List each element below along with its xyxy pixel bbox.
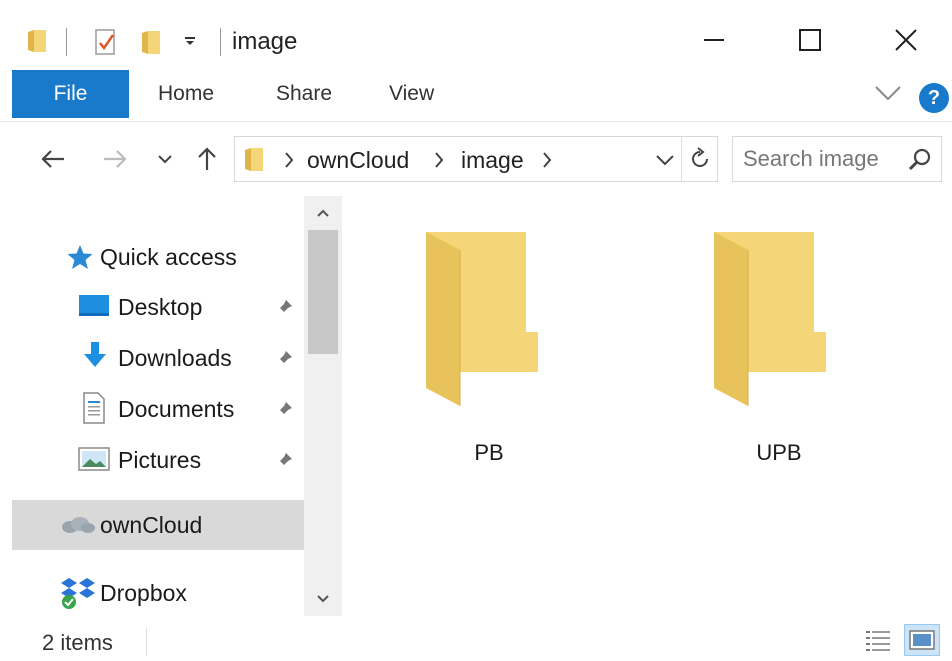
folder-icon [426, 232, 538, 406]
folder-name: UPB [756, 440, 802, 465]
maximize-button[interactable] [780, 18, 840, 62]
back-arrow-icon [41, 150, 64, 168]
file-list: PB UPB [344, 196, 952, 616]
file-explorer-window: image File Home Share View ? ownCloud im… [0, 0, 952, 661]
breadcrumb-owncloud[interactable]: ownCloud [307, 147, 409, 174]
status-separator [146, 628, 147, 656]
pictures-icon [78, 447, 110, 471]
nav-item-label: Dropbox [100, 580, 187, 606]
nav-item-documents[interactable]: Documents [12, 386, 304, 432]
item-count: 2 items [42, 630, 113, 655]
forward-arrow-icon [104, 150, 127, 168]
title-separator [66, 28, 67, 56]
details-view-button[interactable] [860, 624, 896, 656]
up-button[interactable] [194, 144, 220, 174]
folder-icon [245, 148, 263, 171]
scroll-thumb[interactable] [308, 230, 338, 354]
nav-item-downloads[interactable]: Downloads [12, 335, 304, 381]
pin-icon[interactable] [274, 400, 294, 420]
desktop-icon [79, 295, 109, 316]
navigation-pane: Quick access Desktop Downloads Documents… [12, 196, 304, 616]
quick-access-star-icon [67, 245, 93, 269]
nav-item-quick-access[interactable]: Quick access [12, 234, 304, 280]
pin-icon[interactable] [274, 451, 294, 471]
owncloud-icon [62, 517, 95, 533]
up-arrow-icon [198, 147, 216, 170]
close-button[interactable] [876, 18, 936, 62]
breadcrumb-chevron-icon[interactable] [433, 151, 445, 169]
navigation-bar: ownCloud image [0, 122, 952, 194]
nav-item-pictures[interactable]: Pictures [12, 437, 304, 483]
scroll-down-button[interactable] [304, 582, 342, 616]
address-history-dropdown-icon[interactable] [655, 153, 675, 167]
back-button[interactable] [38, 144, 68, 174]
help-button[interactable]: ? [919, 83, 949, 113]
close-icon [895, 29, 917, 51]
navigation-pane-scrollbar[interactable] [304, 196, 342, 616]
nav-item-label: Quick access [100, 244, 237, 270]
nav-item-label: Documents [118, 396, 235, 422]
chevron-down-icon [317, 595, 329, 603]
folder-icon[interactable] [26, 28, 48, 54]
minimize-button[interactable] [684, 18, 744, 62]
nav-item-label: Pictures [118, 447, 202, 473]
search-icon[interactable] [907, 147, 933, 173]
tab-file[interactable]: File [12, 70, 129, 118]
tab-view[interactable]: View [389, 82, 434, 106]
nav-item-label: ownCloud [100, 512, 203, 538]
breadcrumb-chevron-icon[interactable] [283, 151, 295, 169]
nav-item-desktop[interactable]: Desktop [12, 284, 304, 330]
nav-item-label: Downloads [118, 345, 232, 371]
search-input[interactable] [743, 145, 903, 173]
breadcrumb-image[interactable]: image [461, 147, 524, 174]
nav-item-owncloud[interactable]: ownCloud [12, 500, 304, 550]
folder-item-pb[interactable]: PB [394, 220, 584, 465]
folder-name: PB [474, 440, 504, 465]
search-box[interactable] [732, 136, 942, 182]
nav-item-dropbox[interactable]: Dropbox [12, 570, 304, 616]
title-separator [220, 28, 221, 56]
minimize-icon [704, 39, 724, 41]
pin-icon[interactable] [274, 349, 294, 369]
ribbon-tabs: File Home Share View ? [0, 70, 952, 122]
folder-item-upb[interactable]: UPB [684, 220, 874, 465]
large-icons-view-icon [909, 630, 935, 650]
pin-icon[interactable] [274, 298, 294, 318]
documents-icon [83, 392, 105, 424]
tab-home[interactable]: Home [158, 82, 214, 106]
properties-icon[interactable] [93, 28, 119, 56]
expand-ribbon-chevron-icon[interactable] [874, 84, 902, 102]
forward-button[interactable] [100, 144, 130, 174]
window-title: image [232, 28, 298, 55]
folder-icon [714, 232, 826, 406]
title-bar: image [0, 0, 952, 70]
chevron-up-icon [317, 209, 329, 217]
tab-share[interactable]: Share [276, 82, 332, 106]
downloads-icon [84, 342, 106, 367]
nav-item-label: Desktop [118, 294, 203, 320]
new-folder-icon[interactable] [140, 28, 162, 56]
breadcrumb-chevron-icon[interactable] [541, 151, 553, 169]
maximize-icon [799, 29, 821, 51]
scroll-up-button[interactable] [304, 196, 342, 230]
status-bar: 2 items [0, 618, 952, 661]
details-view-icon [866, 631, 890, 651]
large-icons-view-button[interactable] [904, 624, 940, 656]
address-divider [681, 137, 682, 181]
recent-locations-button[interactable] [154, 144, 176, 174]
chevron-down-icon [158, 155, 172, 164]
customize-quick-access-dropdown-icon[interactable] [184, 36, 196, 46]
address-bar[interactable]: ownCloud image [234, 136, 718, 182]
refresh-icon[interactable] [688, 147, 712, 171]
dropbox-icon [61, 578, 95, 609]
